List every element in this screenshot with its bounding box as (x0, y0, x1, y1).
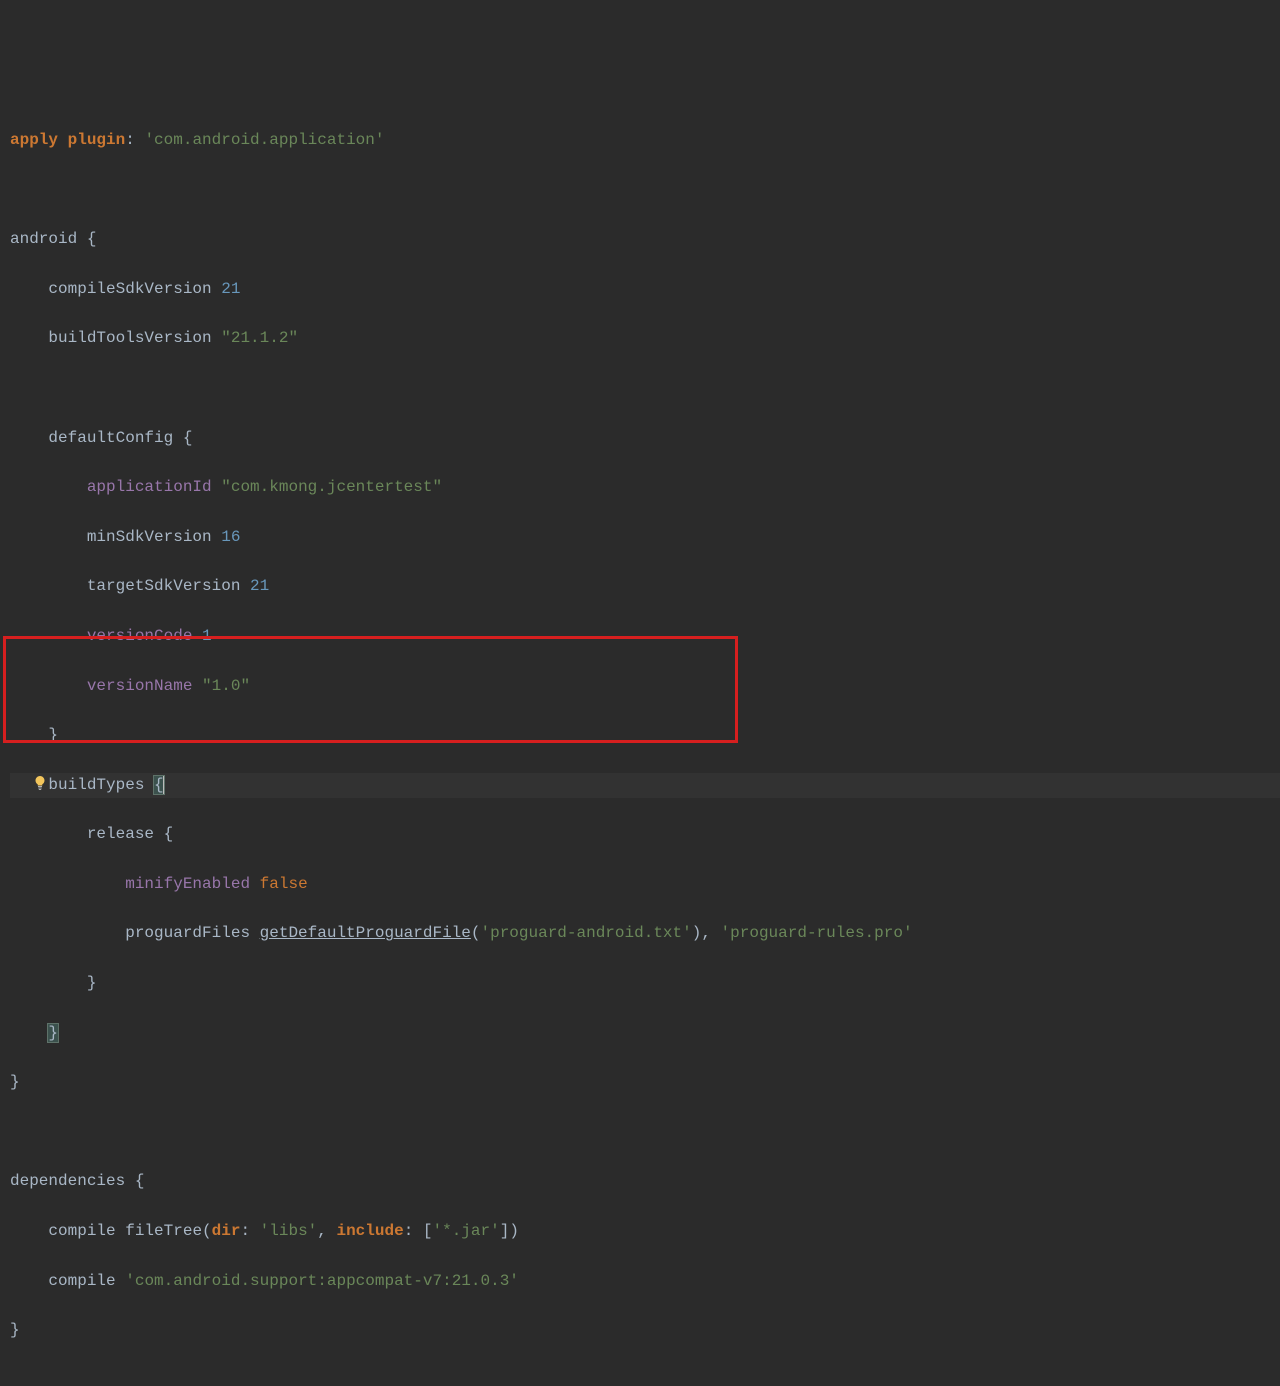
intention-bulb-icon[interactable] (32, 775, 48, 791)
prop-minify-enabled: minifyEnabled (125, 875, 250, 893)
prop-version-name: versionName (87, 677, 193, 695)
string-literal: 'com.android.support:appcompat-v7:21.0.3… (125, 1272, 519, 1290)
method-call: getDefaultProguardFile (260, 924, 471, 942)
keyword-plugin: plugin (68, 131, 126, 149)
code-line[interactable] (10, 376, 1280, 401)
code-line[interactable] (10, 178, 1280, 203)
string-literal: 'com.android.application' (144, 131, 384, 149)
code-line[interactable]: compile 'com.android.support:appcompat-v… (10, 1269, 1280, 1294)
number-literal: 1 (202, 627, 212, 645)
close-brace: } (87, 974, 97, 992)
string-literal: "1.0" (202, 677, 250, 695)
block-dependencies: dependencies { (10, 1172, 144, 1190)
code-line[interactable]: targetSdkVersion 21 (10, 574, 1280, 599)
string-literal: 'proguard-android.txt' (480, 924, 691, 942)
code-line-active[interactable]: buildTypes { (10, 773, 1280, 798)
prop-proguard-files: proguardFiles (125, 924, 259, 942)
code-line[interactable]: release { (10, 822, 1280, 847)
prop-min-sdk: minSdkVersion (87, 528, 212, 546)
prop-build-tools: buildToolsVersion (48, 329, 211, 347)
number-literal: 16 (221, 528, 240, 546)
code-line[interactable]: } (10, 1318, 1280, 1343)
code-line[interactable]: } (10, 1070, 1280, 1095)
named-arg-include: include (336, 1222, 403, 1240)
string-literal: "21.1.2" (221, 329, 298, 347)
string-literal: 'libs' (260, 1222, 318, 1240)
code-line[interactable]: } (10, 971, 1280, 996)
code-line[interactable]: defaultConfig { (10, 426, 1280, 451)
block-android: android { (10, 230, 96, 248)
close-brace: } (48, 726, 58, 744)
code-line[interactable]: minSdkVersion 16 (10, 525, 1280, 550)
keyword-false: false (260, 875, 308, 893)
compile-call: compile (48, 1222, 115, 1240)
code-line[interactable]: versionName "1.0" (10, 674, 1280, 699)
string-literal: "com.kmong.jcentertest" (221, 478, 442, 496)
code-line[interactable]: compile fileTree(dir: 'libs', include: [… (10, 1219, 1280, 1244)
text-caret (163, 775, 164, 794)
code-line[interactable]: compileSdkVersion 21 (10, 277, 1280, 302)
code-line[interactable] (10, 1120, 1280, 1145)
code-line[interactable]: buildToolsVersion "21.1.2" (10, 326, 1280, 351)
string-literal: 'proguard-rules.pro' (721, 924, 913, 942)
keyword-apply: apply (10, 131, 58, 149)
block-release: release { (87, 825, 173, 843)
code-line[interactable]: android { (10, 227, 1280, 252)
code-line[interactable]: apply plugin: 'com.android.application' (10, 128, 1280, 153)
close-brace: } (10, 1073, 20, 1091)
number-literal: 21 (250, 577, 269, 595)
code-line[interactable]: } (10, 1021, 1280, 1046)
prop-compile-sdk: compileSdkVersion (48, 280, 211, 298)
code-line[interactable]: } (10, 723, 1280, 748)
compile-call: compile (48, 1272, 115, 1290)
prop-version-code: versionCode (87, 627, 193, 645)
code-line[interactable]: proguardFiles getDefaultProguardFile('pr… (10, 921, 1280, 946)
code-line[interactable]: minifyEnabled false (10, 872, 1280, 897)
prop-target-sdk: targetSdkVersion (87, 577, 241, 595)
block-default-config: defaultConfig { (48, 429, 192, 447)
code-line[interactable]: dependencies { (10, 1169, 1280, 1194)
named-arg-dir: dir (212, 1222, 241, 1240)
block-build-types: buildTypes (48, 776, 154, 794)
brace-close-highlighted: } (48, 1024, 58, 1042)
prop-application-id: applicationId (87, 478, 212, 496)
code-line[interactable]: applicationId "com.kmong.jcentertest" (10, 475, 1280, 500)
close-brace: } (10, 1321, 20, 1339)
code-editor[interactable]: apply plugin: 'com.android.application' … (0, 99, 1280, 1386)
string-literal: '*.jar' (433, 1222, 500, 1240)
code-line[interactable]: versionCode 1 (10, 624, 1280, 649)
number-literal: 21 (221, 280, 240, 298)
